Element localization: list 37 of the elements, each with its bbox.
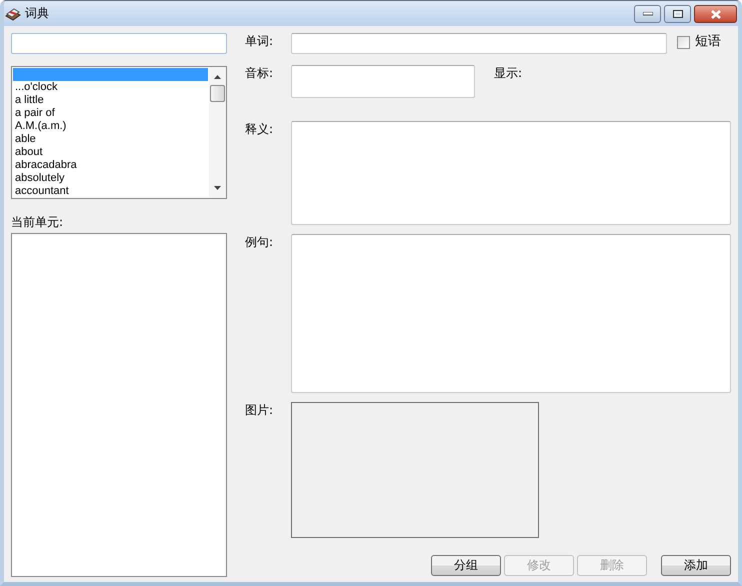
minimize-button[interactable] xyxy=(634,5,661,23)
action-button[interactable]: 添加 xyxy=(661,555,731,576)
meaning-label: 释义: xyxy=(245,121,274,137)
word-list-item[interactable]: able xyxy=(13,133,208,146)
scroll-down-icon[interactable] xyxy=(214,186,221,190)
meaning-field[interactable] xyxy=(291,121,731,225)
word-list-item[interactable]: abracadabra xyxy=(13,159,208,172)
scroll-up-icon[interactable] xyxy=(214,75,221,79)
close-button[interactable] xyxy=(694,5,737,23)
phrase-checkbox[interactable]: 短语 xyxy=(677,33,721,51)
example-label: 例句: xyxy=(245,234,274,250)
word-list-item[interactable]: A.M.(a.m.) xyxy=(13,120,208,133)
word-label: 单词: xyxy=(245,33,274,49)
minimize-icon xyxy=(642,12,652,16)
word-list-item[interactable]: ...o'clock xyxy=(13,81,208,94)
maximize-icon xyxy=(672,10,682,18)
scroll-thumb[interactable] xyxy=(210,85,225,102)
example-field[interactable] xyxy=(291,234,731,393)
word-list-item[interactable]: about xyxy=(13,146,208,159)
word-list-item[interactable]: accountant xyxy=(13,185,208,198)
current-unit-label: 当前单元: xyxy=(11,214,64,231)
book-icon xyxy=(5,6,21,20)
phonetic-field[interactable] xyxy=(291,65,475,98)
picture-label: 图片: xyxy=(245,402,274,418)
word-field[interactable] xyxy=(291,33,667,54)
phonetic-label: 音标: xyxy=(245,65,274,81)
word-list-item[interactable]: absolutely xyxy=(13,172,208,185)
display-label: 显示: xyxy=(494,65,522,81)
word-list-item[interactable]: a pair of xyxy=(13,107,208,120)
word-list-item[interactable]: a little xyxy=(13,94,208,107)
word-list[interactable]: ...o'clock a little a pair of A.M.(a.m.) able about abracadabra absolutely accountant xyxy=(11,66,227,199)
action-button[interactable]: 分组 xyxy=(431,555,501,576)
close-icon xyxy=(710,10,722,18)
scrollbar[interactable] xyxy=(209,67,226,198)
maximize-button[interactable] xyxy=(664,5,691,23)
window-title: 词典 xyxy=(25,5,49,22)
search-field[interactable] xyxy=(11,33,227,54)
